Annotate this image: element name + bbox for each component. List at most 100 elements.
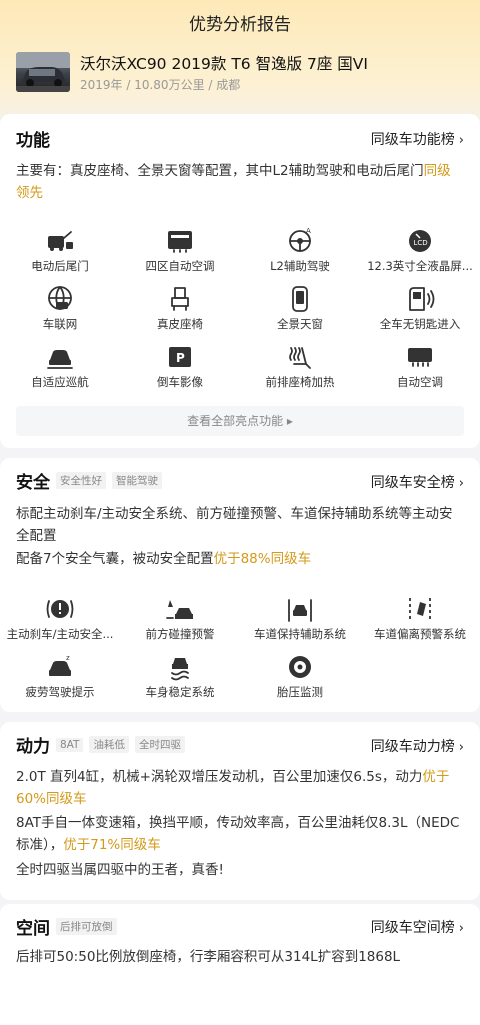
function-title: 功能	[16, 131, 50, 151]
safety-card: 安全 安全性好 智能驾驶 同级车安全榜 › 标配主动刹车/主动安全系统、前方碰撞预警…	[0, 458, 480, 712]
report-header: 优势分析报告 沃尔沃XC90 2019款 T6 智逸版 7座 国VI 2019年…	[0, 0, 480, 120]
function-feature-label: 四区自动空调	[145, 259, 215, 273]
space-title: 空间	[16, 919, 50, 939]
function-feature-item[interactable]: 车联网	[0, 284, 120, 342]
safety-desc2-main: 配备7个安全气囊，被动安全配置	[16, 551, 214, 567]
safety-description-passive: 配备7个安全气囊，被动安全配置优于88%同级车	[16, 548, 464, 570]
power-description-transmission: 8AT手自一体变速箱，换挡平顺，传动效率高，百公里油耗仅8.3L（NEDC标准）…	[16, 812, 464, 856]
function-feature-item[interactable]: 真皮座椅	[120, 284, 240, 342]
car-meta: 2019年 / 10.80万公里 / 成都	[80, 78, 241, 92]
function-feature-item[interactable]: A L2辅助驾驶	[240, 226, 360, 284]
power-desc2-highlight: 优于71%同级车	[63, 837, 161, 853]
svg-text:A: A	[306, 227, 311, 235]
function-desc-main: 主要有：真皮座椅、全景天窗等配置，其中L2辅助驾驶和电动后尾门	[16, 163, 424, 179]
lcd-dashboard-icon: LCD	[409, 230, 431, 252]
space-tag: 后排可放倒	[56, 918, 117, 935]
panoramic-roof-icon	[292, 286, 308, 312]
safety-feature-grid: 主动刹车/主动安全... 前方碰撞预警 车道保持辅助系统 车道偏离预警系统 z 疲劳驾驶提…	[0, 594, 480, 710]
safety-feature-label: 车道偏离预警系统	[374, 627, 466, 641]
adaptive-cruise-icon	[47, 350, 73, 369]
chevron-right-icon: ›	[458, 740, 464, 755]
safety-feature-label: 车身稳定系统	[145, 685, 215, 699]
view-all-features-button[interactable]: 查看全部亮点功能 ▸	[16, 406, 464, 436]
function-feature-label: 真皮座椅	[157, 317, 203, 331]
function-feature-label: 12.3英寸全液晶屏...	[367, 259, 473, 273]
fatigue-alert-icon: z	[49, 654, 71, 676]
power-desc1-main: 2.0T 直列4缸，机械+涡轮双增压发动机，百公里加速仅6.5s，动力	[16, 769, 423, 785]
power-description-engine: 2.0T 直列4缸，机械+涡轮双增压发动机，百公里加速仅6.5s，动力优于60%…	[16, 766, 464, 810]
power-tag: 8AT	[56, 737, 84, 752]
car-name: 沃尔沃XC90 2019款 T6 智逸版 7座 国VI	[80, 55, 368, 73]
tire-pressure-icon	[289, 656, 311, 678]
safety-feature-item[interactable]: 前方碰撞预警	[120, 594, 240, 652]
power-card: 动力 8AT 油耗低 全时四驱 同级车动力榜 › 2.0T 直列4缸，机械+涡轮双增压…	[0, 722, 480, 900]
function-rank-link[interactable]: 同级车功能榜 ›	[371, 129, 464, 149]
lane-departure-icon	[409, 598, 431, 621]
reverse-camera-icon: P	[169, 347, 191, 367]
power-tag: 全时四驱	[134, 736, 185, 753]
power-description-drive: 全时四驱当属四驱中的王者，真香!	[16, 862, 224, 878]
svg-text:LCD: LCD	[414, 239, 428, 247]
chevron-right-icon: ›	[458, 476, 464, 491]
safety-feature-label: 疲劳驾驶提示	[25, 685, 95, 699]
space-rank-label: 同级车空间榜	[370, 920, 455, 936]
function-feature-label: 电动后尾门	[31, 259, 89, 273]
active-brake-icon	[46, 600, 74, 618]
function-feature-item[interactable]: 四区自动空调	[120, 226, 240, 284]
safety-feature-item[interactable]: z 疲劳驾驶提示	[0, 652, 120, 710]
function-feature-label: 自适应巡航	[31, 375, 89, 389]
function-feature-label: 全景天窗	[277, 317, 323, 331]
function-feature-item[interactable]: LCD 12.3英寸全液晶屏...	[360, 226, 480, 284]
function-feature-label: 自动空调	[397, 375, 443, 389]
keyless-entry-icon	[409, 287, 435, 311]
chevron-right-icon: ›	[458, 133, 464, 148]
function-feature-grid: 电动后尾门 四区自动空调 A L2辅助驾驶 LCD 12.3英寸全液晶屏... 车联网 真皮座…	[0, 226, 480, 400]
function-feature-item[interactable]: 全车无钥匙进入	[360, 284, 480, 342]
function-feature-item[interactable]: 自动空调	[360, 342, 480, 400]
power-tag: 油耗低	[89, 736, 129, 753]
leather-seat-icon	[171, 287, 189, 311]
safety-desc2-highlight: 优于88%同级车	[213, 551, 312, 567]
function-feature-label: 全车无钥匙进入	[379, 317, 461, 331]
safety-title: 安全	[16, 473, 50, 493]
function-feature-label: 倒车影像	[157, 375, 203, 389]
four-zone-ac-icon	[168, 231, 192, 253]
safety-feature-label: 前方碰撞预警	[145, 627, 215, 641]
function-feature-label: 前排座椅加热	[265, 375, 335, 389]
stability-control-icon	[171, 658, 189, 681]
function-feature-item[interactable]: 全景天窗	[240, 284, 360, 342]
power-title: 动力	[16, 737, 50, 757]
car-thumbnail[interactable]	[16, 52, 70, 92]
car-photo-icon	[16, 52, 70, 92]
safety-feature-label: 主动刹车/主动安全...	[6, 627, 114, 641]
function-feature-label: L2辅助驾驶	[270, 259, 330, 273]
power-tailgate-icon	[48, 231, 73, 251]
space-rank-link[interactable]: 同级车空间榜 ›	[371, 917, 464, 937]
safety-feature-item[interactable]: 车身稳定系统	[120, 652, 240, 710]
l2-assist-icon: A	[289, 227, 311, 252]
safety-rank-link[interactable]: 同级车安全榜 ›	[371, 472, 464, 492]
function-feature-item[interactable]: 前排座椅加热	[240, 342, 360, 400]
function-feature-item[interactable]: 自适应巡航	[0, 342, 120, 400]
function-feature-item[interactable]: 电动后尾门	[0, 226, 120, 284]
safety-tag: 智能驾驶	[112, 472, 162, 489]
safety-description-active: 标配主动刹车/主动安全系统、前方碰撞预警、车道保持辅助系统等主动安全配置	[16, 506, 453, 544]
function-rank-label: 同级车功能榜	[370, 132, 455, 148]
function-feature-item[interactable]: P 倒车影像	[120, 342, 240, 400]
power-rank-link[interactable]: 同级车动力榜 ›	[371, 736, 464, 756]
safety-feature-item[interactable]: 车道保持辅助系统	[240, 594, 360, 652]
safety-feature-item[interactable]: 主动刹车/主动安全...	[0, 594, 120, 652]
function-feature-label: 车联网	[42, 317, 78, 331]
power-rank-label: 同级车动力榜	[370, 739, 455, 755]
safety-tag: 安全性好	[56, 472, 106, 489]
svg-text:P: P	[176, 351, 185, 365]
safety-feature-item[interactable]: 胎压监测	[240, 652, 360, 710]
safety-feature-label: 胎压监测	[277, 685, 323, 699]
safety-feature-item[interactable]: 车道偏离预警系统	[360, 594, 480, 652]
function-description: 主要有：真皮座椅、全景天窗等配置，其中L2辅助驾驶和电动后尾门同级领先	[16, 160, 464, 204]
lane-keep-icon	[288, 599, 312, 622]
collision-warning-icon	[166, 600, 193, 619]
space-description: 后排可50:50比例放倒座椅，行李厢容积可从314L扩容到1868L	[16, 949, 401, 965]
chevron-right-icon: ›	[458, 921, 464, 936]
page-title: 优势分析报告	[189, 15, 291, 35]
